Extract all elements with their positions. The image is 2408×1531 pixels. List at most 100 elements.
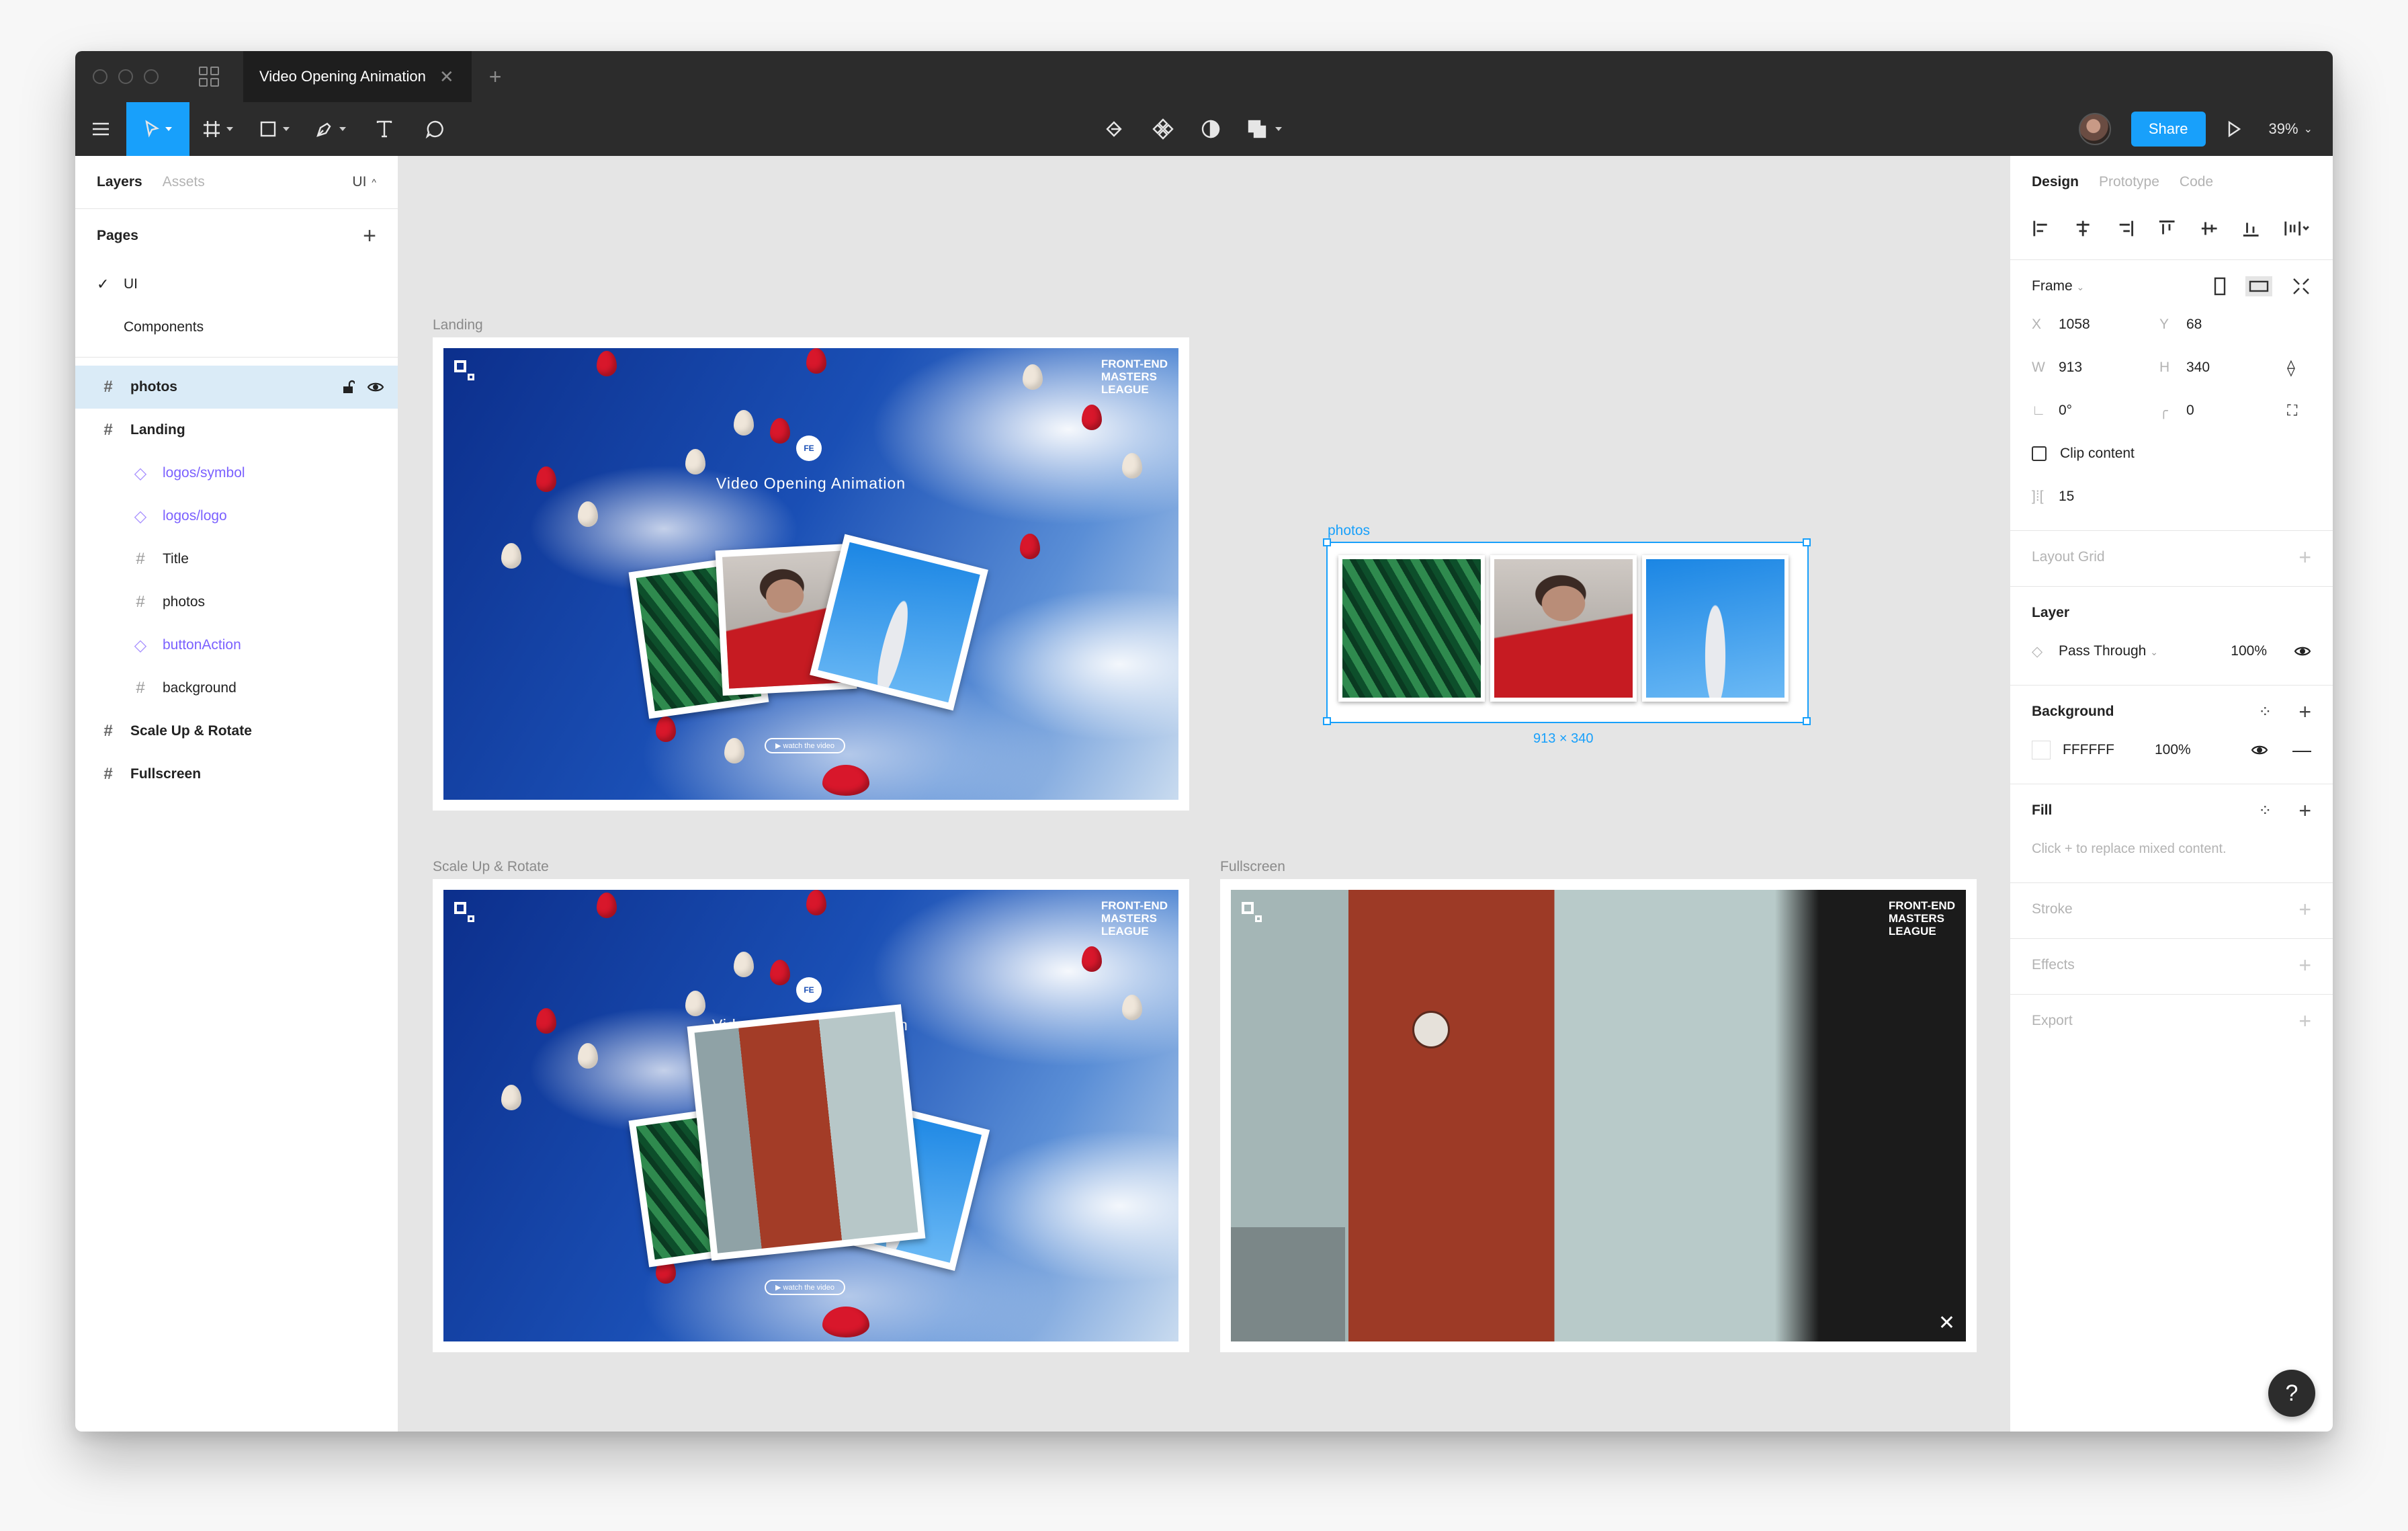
layer-item-landing[interactable]: # Landing bbox=[75, 409, 398, 452]
tab-design[interactable]: Design bbox=[2032, 174, 2079, 190]
distribute-icon[interactable] bbox=[2283, 218, 2311, 239]
watch-video-button[interactable]: ▶ watch the video bbox=[765, 1280, 845, 1295]
canvas[interactable]: Landing FRONT-END MASTERS LEAGUE FE Vide… bbox=[398, 156, 2010, 1432]
x-field[interactable]: X 1058 bbox=[2032, 303, 2159, 346]
avatar[interactable] bbox=[2078, 113, 2111, 145]
align-top-icon[interactable] bbox=[2157, 218, 2176, 239]
add-layout-grid-icon[interactable]: + bbox=[2298, 545, 2311, 570]
close-window-button[interactable] bbox=[93, 69, 108, 84]
eye-icon[interactable] bbox=[367, 381, 384, 393]
close-icon[interactable]: ✕ bbox=[1938, 1311, 1955, 1335]
tab-assets[interactable]: Assets bbox=[163, 174, 205, 190]
minimize-window-button[interactable] bbox=[118, 69, 133, 84]
remove-background-icon[interactable]: — bbox=[2292, 739, 2311, 761]
frame-fullscreen[interactable]: FRONT-END MASTERS LEAGUE ✕ bbox=[1220, 879, 1977, 1352]
zoom-dropdown[interactable]: 39% ⌄ bbox=[2269, 120, 2313, 138]
page-item-ui[interactable]: ✓ UI bbox=[75, 263, 398, 306]
help-button[interactable]: ? bbox=[2268, 1370, 2315, 1417]
close-tab-icon[interactable]: ✕ bbox=[439, 67, 454, 87]
independent-corners-icon[interactable]: ⛶ bbox=[2287, 389, 2314, 432]
rotation-field[interactable]: ∟ 0° bbox=[2032, 389, 2159, 432]
unlock-icon[interactable] bbox=[341, 380, 355, 395]
resize-to-fit-icon[interactable] bbox=[2291, 276, 2311, 296]
mask-icon[interactable] bbox=[1200, 102, 1221, 156]
frame-scale-up-rotate[interactable]: FRONT-END MASTERS LEAGUE FE Vid n bbox=[433, 879, 1189, 1352]
styles-icon[interactable]: ⁘ bbox=[2258, 801, 2272, 821]
add-background-icon[interactable]: + bbox=[2298, 700, 2311, 725]
layer-item-background[interactable]: # background bbox=[75, 667, 398, 710]
portrait-orientation-icon[interactable] bbox=[2213, 276, 2227, 296]
layer-item-photos-selected[interactable]: # photos bbox=[75, 366, 398, 409]
align-right-icon[interactable] bbox=[2116, 218, 2135, 239]
layer-item-scale-up-rotate[interactable]: # Scale Up & Rotate bbox=[75, 710, 398, 753]
frame-tool-button[interactable] bbox=[189, 102, 246, 156]
add-page-icon[interactable]: + bbox=[363, 223, 376, 249]
pen-tool-button[interactable] bbox=[302, 102, 359, 156]
clip-content-row[interactable]: Clip content bbox=[2032, 432, 2311, 475]
background-hex-field[interactable]: FFFFFF bbox=[2063, 742, 2114, 758]
align-horizontal-center-icon[interactable] bbox=[2073, 218, 2092, 239]
resize-handle-top-right[interactable] bbox=[1803, 538, 1811, 546]
add-stroke-icon[interactable]: + bbox=[2298, 897, 2311, 922]
frame-label-photos[interactable]: photos bbox=[1328, 523, 1370, 539]
layer-opacity-field[interactable]: 100% bbox=[2231, 643, 2267, 659]
tab-prototype[interactable]: Prototype bbox=[2099, 174, 2159, 190]
layer-item-buttonaction[interactable]: ◇ buttonAction bbox=[75, 624, 398, 667]
resize-handle-bottom-right[interactable] bbox=[1803, 717, 1811, 725]
layer-item-logos-symbol[interactable]: ◇ logos/symbol bbox=[75, 452, 398, 495]
layer-item-photos[interactable]: # photos bbox=[75, 581, 398, 624]
layer-title: Layer bbox=[2032, 605, 2070, 620]
page-switcher[interactable]: UI ^ bbox=[352, 174, 376, 190]
comment-tool-button[interactable] bbox=[410, 102, 461, 156]
maximize-window-button[interactable] bbox=[144, 69, 159, 84]
files-grid-icon[interactable] bbox=[199, 67, 219, 87]
component-icon[interactable] bbox=[1152, 102, 1174, 156]
eye-icon[interactable] bbox=[2251, 744, 2268, 756]
spacing-field[interactable]: ]⁞[ 15 bbox=[2032, 475, 2311, 518]
blend-mode-dropdown[interactable]: Pass Through ⌄ bbox=[2059, 643, 2158, 659]
frame-label-landing[interactable]: Landing bbox=[433, 317, 483, 333]
eye-icon[interactable] bbox=[2294, 645, 2311, 657]
layer-item-fullscreen[interactable]: # Fullscreen bbox=[75, 753, 398, 796]
clip-content-checkbox[interactable] bbox=[2032, 446, 2047, 461]
resize-handle-bottom-left[interactable] bbox=[1323, 717, 1331, 725]
constrain-proportions-icon[interactable]: ⟠ bbox=[2287, 346, 2314, 389]
move-tool-button[interactable] bbox=[126, 102, 189, 156]
frame-type-dropdown[interactable]: Frame ⌄ bbox=[2032, 278, 2084, 294]
align-vertical-center-icon[interactable] bbox=[2200, 218, 2219, 239]
watch-video-button[interactable]: ▶ watch the video bbox=[765, 738, 845, 753]
layer-item-title[interactable]: # Title bbox=[75, 538, 398, 581]
height-field[interactable]: H 340 bbox=[2159, 346, 2287, 389]
styles-icon[interactable]: ⁘ bbox=[2258, 702, 2272, 722]
background-opacity-field[interactable]: 100% bbox=[2155, 742, 2191, 758]
tab-layers[interactable]: Layers bbox=[97, 174, 142, 190]
new-tab-icon[interactable]: + bbox=[489, 65, 502, 89]
landscape-orientation-icon[interactable] bbox=[2245, 276, 2272, 296]
layer-item-logos-logo[interactable]: ◇ logos/logo bbox=[75, 495, 398, 538]
text-tool-button[interactable] bbox=[359, 102, 410, 156]
page-item-components[interactable]: Components bbox=[75, 306, 398, 349]
corner-radius-field[interactable]: ╭ 0 bbox=[2159, 389, 2287, 432]
frame-label-scale-up-rotate[interactable]: Scale Up & Rotate bbox=[433, 859, 549, 875]
main-menu-icon[interactable] bbox=[75, 102, 126, 156]
add-effect-icon[interactable]: + bbox=[2298, 953, 2311, 978]
y-field[interactable]: Y 68 bbox=[2159, 303, 2287, 346]
background-color-swatch[interactable] bbox=[2032, 741, 2051, 759]
share-button[interactable]: Share bbox=[2131, 112, 2206, 147]
edit-object-icon[interactable] bbox=[1103, 102, 1126, 156]
boolean-icon[interactable] bbox=[1247, 102, 1282, 156]
present-play-icon[interactable] bbox=[2226, 102, 2242, 156]
selection-box[interactable] bbox=[1326, 542, 1809, 723]
add-export-icon[interactable]: + bbox=[2298, 1009, 2311, 1034]
frame-label-fullscreen[interactable]: Fullscreen bbox=[1220, 859, 1285, 875]
document-tab[interactable]: Video Opening Animation ✕ bbox=[243, 51, 472, 102]
resize-handle-top-left[interactable] bbox=[1323, 538, 1331, 546]
tab-code[interactable]: Code bbox=[2180, 174, 2213, 190]
frame-landing[interactable]: FRONT-END MASTERS LEAGUE FE Video Openin… bbox=[433, 337, 1189, 811]
width-field[interactable]: W 913 bbox=[2032, 346, 2159, 389]
align-left-icon[interactable] bbox=[2032, 218, 2051, 239]
add-fill-icon[interactable]: + bbox=[2298, 798, 2311, 823]
align-bottom-icon[interactable] bbox=[2241, 218, 2260, 239]
right-tools: Share 39% ⌄ bbox=[2078, 102, 2333, 156]
shape-tool-button[interactable] bbox=[246, 102, 302, 156]
